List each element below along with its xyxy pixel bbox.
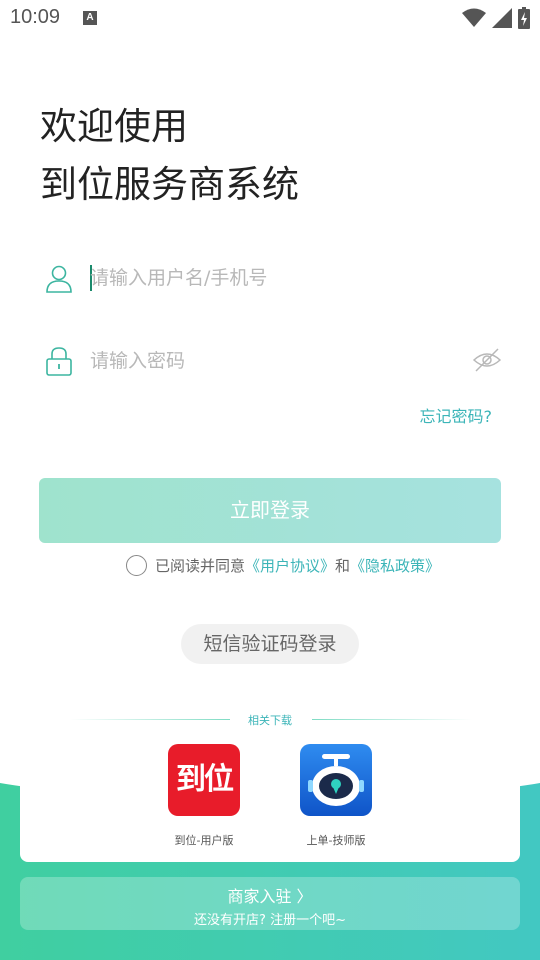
title-line-1: 欢迎使用 [40, 105, 188, 148]
robot-icon [308, 754, 364, 806]
battery-icon [518, 7, 530, 29]
password-input[interactable] [90, 336, 450, 386]
merchant-register-button[interactable]: 商家入驻 〉 还没有开店? 注册一个吧~ [20, 877, 520, 930]
username-field[interactable] [40, 253, 502, 303]
app-label: 到位-用户版 [174, 834, 234, 847]
sms-login-button[interactable]: 短信验证码登录 [181, 624, 359, 664]
agree-prefix: 已阅读并同意 [155, 557, 246, 575]
divider-right [312, 719, 472, 720]
login-button[interactable]: 立即登录 [39, 478, 501, 543]
forgot-password-link[interactable]: 忘记密码? [420, 403, 493, 427]
password-field[interactable] [40, 336, 502, 386]
eye-closed-icon[interactable] [472, 346, 502, 374]
status-time: 10:09 [10, 6, 61, 28]
username-input[interactable] [90, 253, 450, 303]
app-label: 上单-技师版 [306, 834, 366, 847]
user-icon [46, 265, 72, 293]
app-technician-version[interactable]: 上单-技师版 [300, 744, 372, 847]
user-agreement-link[interactable]: 《用户协议》 [245, 555, 335, 576]
page-title: 欢迎使用 到位服务商系统 [40, 98, 299, 214]
status-icons [462, 7, 530, 29]
agreement-row: 已阅读并同意 《用户协议》 和 《隐私政策》 [126, 555, 440, 576]
privacy-policy-link[interactable]: 《隐私政策》 [350, 555, 440, 576]
lock-icon [46, 347, 72, 376]
wifi-icon [462, 8, 486, 27]
notification-icon: A [83, 11, 97, 25]
app-user-version[interactable]: 到位 到位-用户版 [168, 744, 240, 847]
agree-and: 和 [335, 557, 351, 575]
merchant-title: 商家入驻 〉 [227, 887, 313, 906]
signal-icon [492, 8, 512, 28]
merchant-subtitle: 还没有开店? 注册一个吧~ [194, 913, 346, 928]
status-bar: 10:09 A [0, 0, 540, 36]
robot-app-icon[interactable] [300, 744, 372, 816]
daowei-app-icon[interactable]: 到位 [168, 744, 240, 816]
agree-checkbox[interactable] [126, 555, 147, 576]
title-line-2: 到位服务商系统 [40, 163, 299, 206]
downloads-title: 相关下载 [248, 714, 292, 727]
